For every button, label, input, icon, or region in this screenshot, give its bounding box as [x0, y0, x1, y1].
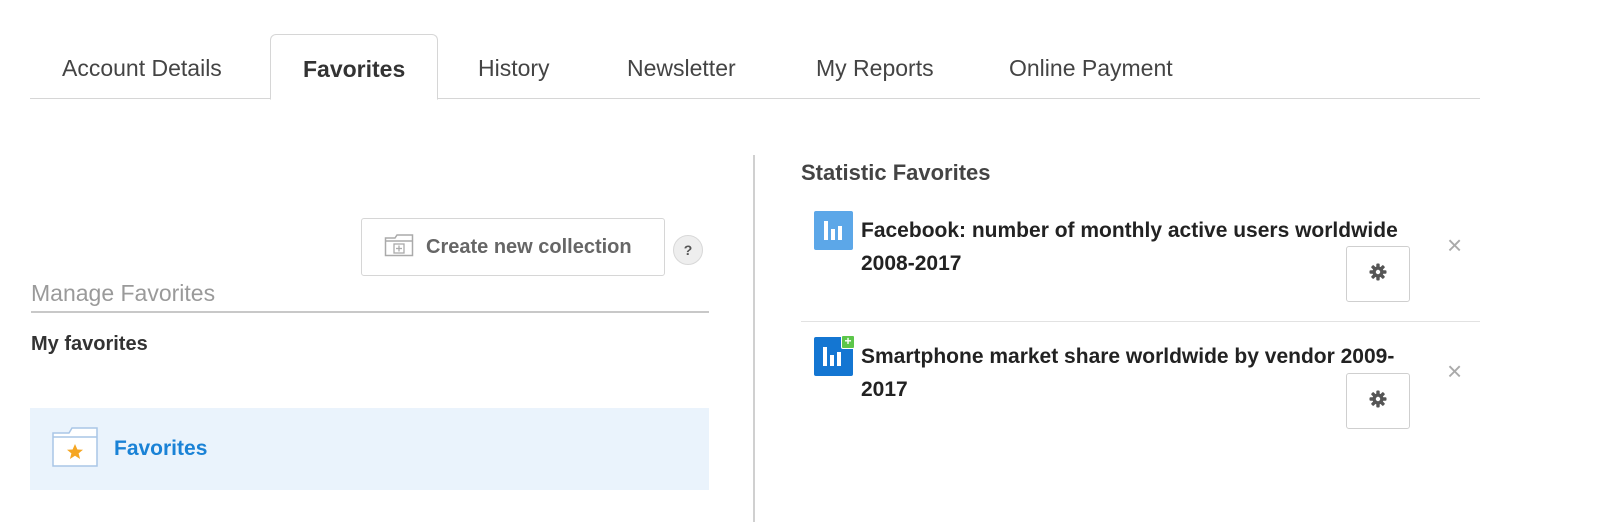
bar-chart-plus-icon: + — [814, 335, 855, 376]
plus-icon: + — [841, 335, 855, 349]
panel-divider — [753, 155, 755, 522]
statistic-favorites-heading: Statistic Favorites — [801, 160, 991, 185]
folder-add-icon — [384, 233, 414, 262]
tab-favorites[interactable]: Favorites — [270, 34, 439, 100]
help-button[interactable]: ? — [673, 235, 703, 265]
tab-account-details[interactable]: Account Details — [30, 34, 254, 99]
tab-bar: Account Details Favorites History Newsle… — [30, 34, 1480, 100]
tab-my-reports[interactable]: My Reports — [784, 34, 966, 99]
statistic-item: Facebook: number of monthly active users… — [801, 210, 1480, 322]
gear-icon — [1369, 390, 1387, 413]
remove-favorite-button[interactable]: × — [1447, 232, 1462, 258]
collection-item-favorites[interactable]: Favorites — [30, 408, 709, 490]
settings-button[interactable] — [1346, 373, 1410, 429]
manage-favorites-heading: Manage Favorites — [31, 280, 709, 313]
tab-history[interactable]: History — [446, 34, 582, 99]
bar-chart-icon — [814, 211, 853, 250]
create-collection-button[interactable]: Create new collection — [361, 218, 665, 276]
tab-online-payment[interactable]: Online Payment — [977, 34, 1205, 99]
gear-icon — [1369, 263, 1387, 286]
folder-star-icon — [52, 426, 98, 472]
my-favorites-label: My favorites — [31, 333, 148, 355]
settings-button[interactable] — [1346, 246, 1410, 302]
create-collection-label: Create new collection — [426, 235, 632, 258]
tab-newsletter[interactable]: Newsletter — [595, 34, 768, 99]
collection-label: Favorites — [114, 437, 208, 460]
statistic-item: + Smartphone market share worldwide by v… — [801, 335, 1480, 446]
remove-favorite-button[interactable]: × — [1447, 358, 1462, 384]
